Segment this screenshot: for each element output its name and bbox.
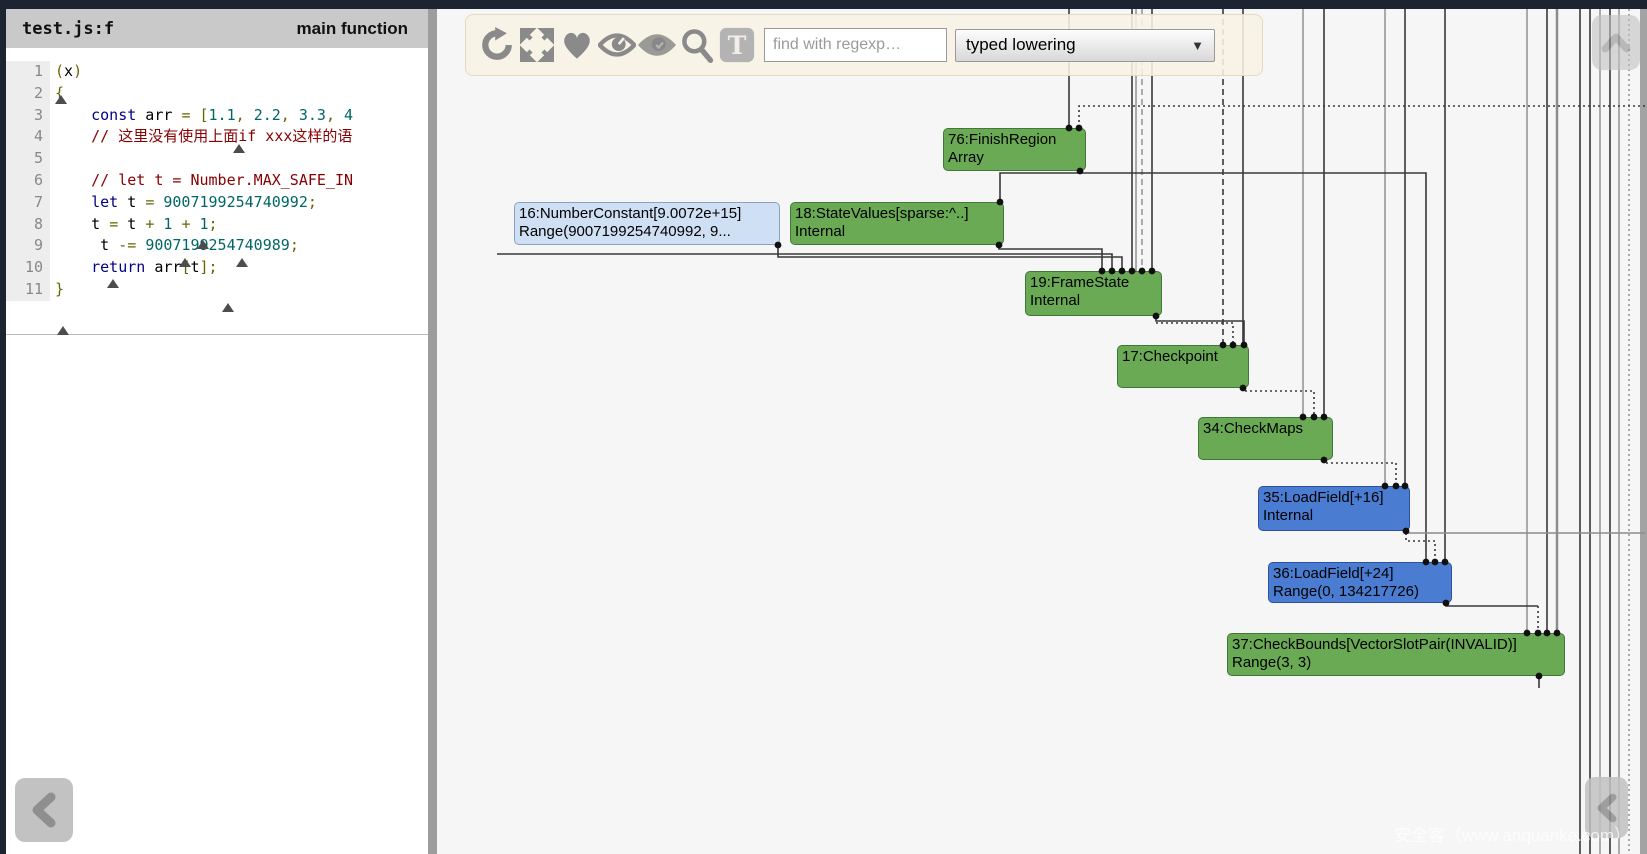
- source-position-marker-icon[interactable]: [55, 95, 67, 104]
- source-position-marker-icon[interactable]: [179, 258, 191, 267]
- line-number: 3: [6, 105, 50, 127]
- line-number: 6: [6, 170, 50, 192]
- node-type-label: Array: [948, 149, 1081, 167]
- code-line: 3 const arr = [1.1, 2.2, 3.3, 4: [6, 105, 428, 127]
- line-number: 11: [6, 279, 50, 301]
- phase-select-value: typed lowering: [966, 35, 1076, 55]
- graph-node-16[interactable]: 16:NumberConstant[9.0072e+15]Range(90071…: [514, 202, 780, 245]
- node-title: 17:Checkpoint: [1122, 348, 1244, 366]
- source-function-label: main function: [297, 19, 408, 39]
- source-position-marker-icon[interactable]: [236, 258, 248, 267]
- code-text: [50, 148, 55, 170]
- search-icon[interactable]: [678, 25, 716, 65]
- chevron-left-icon: [27, 791, 61, 829]
- line-number: 7: [6, 192, 50, 214]
- search-input[interactable]: [764, 28, 947, 62]
- node-type-label: Range(3, 3): [1232, 654, 1560, 672]
- node-title: 16:NumberConstant[9.0072e+15]: [519, 205, 775, 223]
- panel-divider[interactable]: [428, 9, 437, 854]
- code-line: 10 return arr[t];: [6, 257, 428, 279]
- code-text: t -= 9007199254740989;: [50, 235, 299, 257]
- node-type-label: Internal: [1263, 507, 1405, 525]
- phase-select[interactable]: typed lowering ▼: [955, 29, 1215, 62]
- eye-icon[interactable]: [598, 25, 636, 65]
- source-code-view[interactable]: 1(x)2{3 const arr = [1.1, 2.2, 3.3, 44 /…: [6, 48, 428, 335]
- line-number: 8: [6, 214, 50, 236]
- source-position-marker-icon[interactable]: [222, 303, 234, 312]
- toolbar-icons: T: [478, 25, 758, 65]
- node-title: 19:FrameState: [1030, 274, 1157, 292]
- node-title: 37:CheckBounds[VectorSlotPair(INVALID)]: [1232, 636, 1560, 654]
- node-title: 34:CheckMaps: [1203, 420, 1328, 438]
- graph-node-17[interactable]: 17:Checkpoint: [1117, 345, 1249, 388]
- graph-node-37[interactable]: 37:CheckBounds[VectorSlotPair(INVALID)]R…: [1227, 633, 1565, 676]
- code-text: // let t = Number.MAX_SAFE_IN: [50, 170, 353, 192]
- code-line: 1(x): [6, 61, 428, 83]
- code-line: 6 // let t = Number.MAX_SAFE_IN: [6, 170, 428, 192]
- chevron-left-icon: [1593, 791, 1621, 825]
- window-top-frame: [0, 0, 1647, 9]
- code-line: 5: [6, 148, 428, 170]
- code-text: (x): [50, 61, 82, 83]
- code-text: const arr = [1.1, 2.2, 3.3, 4: [50, 105, 353, 127]
- node-title: 35:LoadField[+16]: [1263, 489, 1405, 507]
- code-line: 9 t -= 9007199254740989;: [6, 235, 428, 257]
- code-text: }: [50, 279, 64, 301]
- code-text: t = t + 1 + 1;: [50, 214, 218, 236]
- node-type-label: Internal: [795, 223, 999, 241]
- source-position-marker-icon[interactable]: [233, 144, 245, 153]
- node-type-label: Internal: [1030, 292, 1157, 310]
- code-line: 4 // 这里没有使用上面if xxx这样的语: [6, 126, 428, 148]
- expand-icon[interactable]: [518, 25, 556, 65]
- code-line: 11}: [6, 279, 428, 301]
- types-icon[interactable]: T: [718, 25, 756, 65]
- line-number: 4: [6, 126, 50, 148]
- graph-toolbar: T typed lowering ▼: [465, 14, 1263, 76]
- line-number: 2: [6, 83, 50, 105]
- node-title: 36:LoadField[+24]: [1273, 565, 1447, 583]
- graph-pan-left-button[interactable]: [1585, 777, 1628, 838]
- graph-node-35[interactable]: 35:LoadField[+16]Internal: [1258, 486, 1410, 531]
- line-number: 1: [6, 61, 50, 83]
- graph-node-76[interactable]: 76:FinishRegionArray: [943, 128, 1086, 171]
- line-number: 10: [6, 257, 50, 279]
- source-header: test.js:f main function: [6, 9, 428, 48]
- source-position-marker-icon[interactable]: [57, 326, 69, 335]
- graph-node-36[interactable]: 36:LoadField[+24]Range(0, 134217726): [1268, 562, 1452, 603]
- source-position-marker-icon[interactable]: [197, 240, 209, 249]
- graph-node-19[interactable]: 19:FrameStateInternal: [1025, 271, 1162, 316]
- collapse-source-panel-button[interactable]: [15, 778, 73, 842]
- chevron-down-icon: ▼: [1191, 38, 1204, 53]
- svg-text:T: T: [728, 30, 747, 60]
- graph-scrollbar[interactable]: [1640, 9, 1647, 854]
- node-title: 76:FinishRegion: [948, 131, 1081, 149]
- heart-icon[interactable]: [558, 25, 596, 65]
- graph-node-18[interactable]: 18:StateValues[sparse:^..]Internal: [790, 202, 1004, 245]
- graph-pan-up-button[interactable]: [1592, 15, 1640, 70]
- source-position-marker-icon[interactable]: [107, 279, 119, 288]
- node-type-label: Range(0, 134217726): [1273, 583, 1447, 601]
- code-line: 8 t = t + 1 + 1;: [6, 214, 428, 236]
- code-text: // 这里没有使用上面if xxx这样的语: [50, 126, 352, 148]
- chevron-up-icon: [1599, 29, 1633, 57]
- source-code-panel: test.js:f main function 1(x)2{3 const ar…: [6, 9, 428, 854]
- line-number: 5: [6, 148, 50, 170]
- node-type-label: Range(9007199254740992, 9...: [519, 223, 775, 241]
- code-text: return arr[t];: [50, 257, 218, 279]
- line-number: 9: [6, 235, 50, 257]
- eye-dark-icon[interactable]: [638, 25, 676, 65]
- source-file-title: test.js:f: [22, 19, 114, 39]
- relayout-icon[interactable]: [478, 25, 516, 65]
- graph-node-34[interactable]: 34:CheckMaps: [1198, 417, 1333, 460]
- code-line: 7 let t = 9007199254740992;: [6, 192, 428, 214]
- code-line: 2{: [6, 83, 428, 105]
- node-title: 18:StateValues[sparse:^..]: [795, 205, 999, 223]
- code-text: let t = 9007199254740992;: [50, 192, 317, 214]
